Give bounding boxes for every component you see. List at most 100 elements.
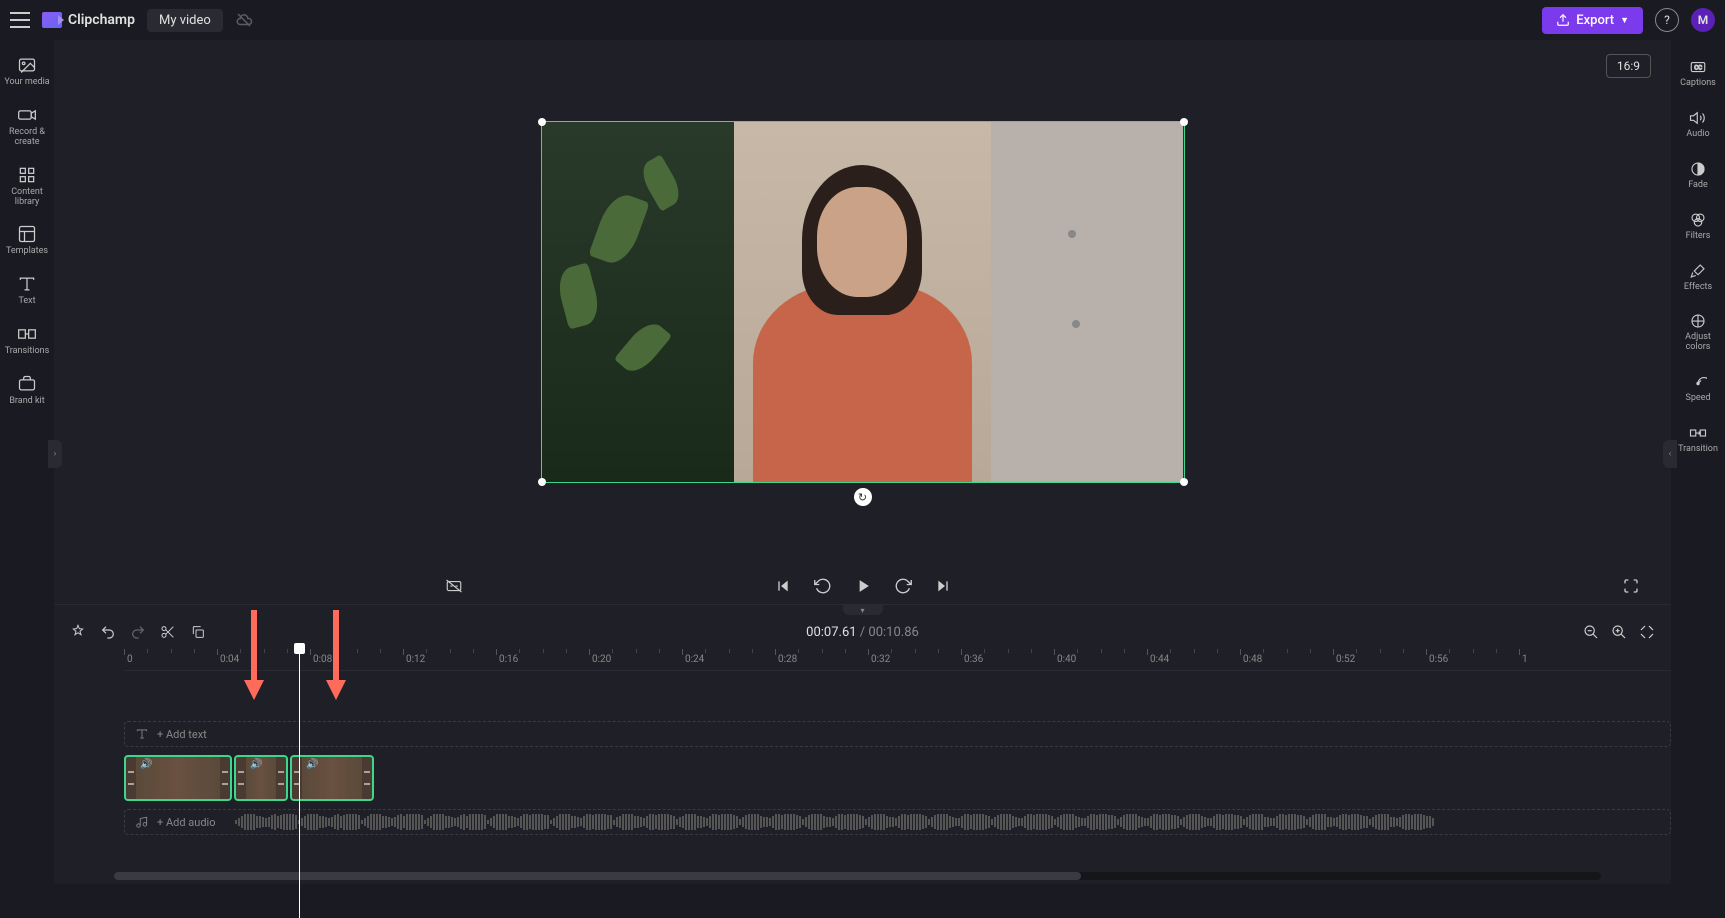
sidebar-item-transitions[interactable]: Transitions	[0, 315, 54, 365]
redo-icon[interactable]	[130, 624, 146, 640]
cloud-sync-icon	[235, 11, 253, 29]
sidebar-label: Brand kit	[9, 397, 44, 407]
left-sidebar: Your media Record & create Content libra…	[0, 40, 54, 884]
scrollbar-thumb[interactable]	[114, 872, 1081, 880]
clip-grip-right[interactable]	[364, 765, 370, 790]
transition-icon	[1689, 424, 1707, 442]
main: Your media Record & create Content libra…	[0, 40, 1725, 884]
zoom-in-icon[interactable]	[1611, 624, 1627, 640]
play-button-icon[interactable]	[853, 576, 873, 596]
panel-label: Adjust colors	[1673, 333, 1723, 353]
panel-item-captions[interactable]: CC Captions	[1671, 48, 1725, 99]
skip-forward-icon[interactable]	[933, 576, 953, 596]
video-clip[interactable]: 🔊	[290, 755, 374, 801]
video-clip[interactable]: 🔊	[124, 755, 232, 801]
ruler-mark: 1	[1519, 649, 1528, 670]
panel-item-audio[interactable]: Audio	[1671, 99, 1725, 150]
panel-label: Captions	[1680, 79, 1716, 89]
undo-icon[interactable]	[100, 624, 116, 640]
speed-icon	[1689, 373, 1707, 391]
clip-grip-right[interactable]	[278, 765, 284, 790]
playback-controls	[54, 564, 1671, 604]
panel-label: Speed	[1685, 394, 1710, 404]
video-person	[734, 122, 991, 482]
split-icon[interactable]	[160, 624, 176, 640]
fade-icon	[1689, 160, 1707, 178]
panel-item-speed[interactable]: Speed	[1671, 363, 1725, 414]
resize-handle-bl[interactable]	[538, 478, 546, 486]
sidebar-item-templates[interactable]: Templates	[0, 215, 54, 265]
rotate-handle-icon[interactable]: ↻	[854, 488, 872, 506]
avatar[interactable]: M	[1691, 8, 1715, 32]
sidebar-item-content-library[interactable]: Content library	[0, 156, 54, 216]
hamburger-menu-icon[interactable]	[10, 12, 30, 28]
rewind-icon[interactable]	[813, 576, 833, 596]
clipchamp-logo-icon	[42, 12, 62, 28]
time-separator: /	[857, 625, 869, 640]
panel-label: Transition	[1678, 445, 1718, 455]
panel-item-effects[interactable]: Effects	[1671, 252, 1725, 303]
video-preview-frame[interactable]: ↻	[541, 121, 1185, 483]
center-preview-area: 16:9	[54, 40, 1671, 884]
sidebar-label: Transitions	[5, 347, 50, 357]
right-sidebar: ‹ CC Captions Audio Fade Filters Effects…	[1671, 40, 1725, 884]
resize-handle-tl[interactable]	[538, 118, 546, 126]
aspect-ratio-button[interactable]: 16:9	[1606, 54, 1651, 78]
text-track[interactable]: + Add text	[124, 721, 1671, 747]
library-icon	[16, 164, 38, 186]
adjust-colors-icon	[1689, 312, 1707, 330]
speaker-icon	[1689, 109, 1707, 127]
video-track[interactable]: 🔊 🔊 🔊	[124, 755, 1671, 801]
topbar: Clipchamp My video Export ▼ ? M	[0, 0, 1725, 40]
skip-back-icon[interactable]	[773, 576, 793, 596]
timeline-ruler[interactable]: 00:040:080:120:160:200:240:280:320:360:4…	[124, 649, 1671, 671]
export-button[interactable]: Export ▼	[1542, 7, 1643, 34]
playhead[interactable]	[299, 649, 300, 918]
video-clip[interactable]: 🔊	[234, 755, 288, 801]
sidebar-item-your-media[interactable]: Your media	[0, 46, 54, 96]
resize-handle-br[interactable]	[1180, 478, 1188, 486]
project-title[interactable]: My video	[147, 9, 223, 32]
panel-item-fade[interactable]: Fade	[1671, 150, 1725, 201]
annotation-arrow	[321, 605, 351, 709]
auto-enhance-icon[interactable]	[70, 624, 86, 640]
sidebar-item-record[interactable]: Record & create	[0, 96, 54, 156]
fullscreen-icon[interactable]	[1621, 576, 1641, 596]
zoom-out-icon[interactable]	[1583, 624, 1599, 640]
copy-icon[interactable]	[190, 624, 206, 640]
ruler-mark: 0	[124, 649, 133, 670]
ruler-mark: 0:04	[217, 649, 239, 670]
app-name: Clipchamp	[68, 12, 135, 28]
captions-toggle-icon[interactable]	[444, 576, 464, 596]
forward-icon[interactable]	[893, 576, 913, 596]
video-bg-wall	[991, 122, 1184, 482]
topbar-right: Export ▼ ? M	[1542, 7, 1715, 34]
clip-grip-left[interactable]	[238, 765, 244, 790]
ruler-mark: 0:20	[589, 649, 611, 670]
audio-track[interactable]: + Add audio	[124, 809, 1671, 835]
panel-label: Audio	[1686, 130, 1709, 140]
annotation-arrow	[239, 605, 269, 709]
waveform	[125, 814, 1670, 830]
resize-handle-tr[interactable]	[1180, 118, 1188, 126]
panel-label: Fade	[1688, 181, 1708, 191]
clip-volume-icon: 🔊	[250, 759, 262, 770]
zoom-controls	[1583, 624, 1655, 640]
panel-item-filters[interactable]: Filters	[1671, 201, 1725, 252]
brand-kit-icon	[16, 373, 38, 395]
clip-grip-right[interactable]	[222, 765, 228, 790]
app-logo[interactable]: Clipchamp	[42, 12, 135, 28]
zoom-fit-icon[interactable]	[1639, 624, 1655, 640]
time-display: 00:07.61 / 00:10.86	[806, 625, 919, 640]
timeline: ▾ 00:07.61 / 00:10.86 00:040:080:120:160…	[54, 604, 1671, 884]
clip-grip-left[interactable]	[128, 765, 134, 790]
sidebar-item-brand-kit[interactable]: Brand kit	[0, 365, 54, 415]
ruler-mark: 0:52	[1333, 649, 1355, 670]
timeline-collapse-tab[interactable]: ▾	[54, 605, 1671, 615]
right-sidebar-collapse-icon[interactable]: ‹	[1663, 440, 1677, 468]
panel-item-transition[interactable]: Transition	[1671, 414, 1725, 465]
sidebar-item-text[interactable]: Text	[0, 265, 54, 315]
panel-item-adjust-colors[interactable]: Adjust colors	[1671, 302, 1725, 363]
timeline-scrollbar[interactable]	[114, 872, 1601, 880]
help-icon[interactable]: ?	[1655, 8, 1679, 32]
